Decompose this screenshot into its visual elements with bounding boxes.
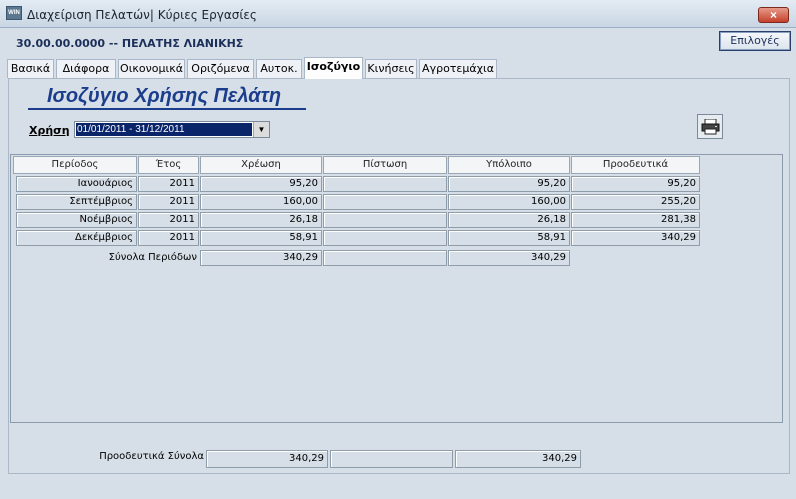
tab-agrotemaxia[interactable]: Αγροτεμάχια — [419, 59, 497, 78]
header-period: Περίοδος — [13, 156, 137, 174]
table-row-progressive[interactable]: 95,20 — [571, 176, 700, 192]
table-row-year[interactable]: 2011 — [138, 212, 199, 228]
table-row-credit[interactable] — [323, 194, 447, 210]
table-row-balance[interactable]: 160,00 — [448, 194, 570, 210]
table-row-balance[interactable]: 95,20 — [448, 176, 570, 192]
table-row-year[interactable]: 2011 — [138, 176, 199, 192]
printer-icon — [701, 119, 720, 135]
close-button[interactable]: × — [758, 7, 789, 23]
table-row-progressive[interactable]: 281,38 — [571, 212, 700, 228]
year-label: Χρήση — [29, 124, 70, 137]
section-title: Ισοζύγιο Χρήσης Πελάτη — [28, 85, 306, 110]
table-row-year[interactable]: 2011 — [138, 194, 199, 210]
table-row-period[interactable]: Δεκέμβριος — [16, 230, 137, 246]
table-row-balance[interactable]: 26,18 — [448, 212, 570, 228]
chevron-down-icon[interactable]: ▼ — [253, 122, 269, 137]
progressive-totals-balance: 340,29 — [455, 450, 581, 468]
tab-isozygio[interactable]: Ισοζύγιο — [304, 57, 363, 79]
table-row-progressive[interactable]: 255,20 — [571, 194, 700, 210]
table-row-debit[interactable]: 95,20 — [200, 176, 322, 192]
period-totals-credit — [323, 250, 447, 266]
header-credit: Πίστωση — [323, 156, 447, 174]
table-row-progressive[interactable]: 340,29 — [571, 230, 700, 246]
table-row-debit[interactable]: 58,91 — [200, 230, 322, 246]
table-row-debit[interactable]: 26,18 — [200, 212, 322, 228]
period-totals-balance: 340,29 — [448, 250, 570, 266]
print-button[interactable] — [697, 114, 723, 139]
app-icon: WIN — [6, 6, 22, 20]
tab-kiniseis[interactable]: Κινήσεις — [365, 59, 417, 78]
period-totals-label: Σύνολα Περιόδων — [108, 252, 197, 263]
table-row-credit[interactable] — [323, 212, 447, 228]
options-button[interactable]: Επιλογές — [719, 31, 791, 51]
customer-title: 30.00.00.0000 -- ΠΕΛΑΤΗΣ ΛΙΑΝΙΚΗΣ — [16, 37, 244, 50]
table-row-balance[interactable]: 58,91 — [448, 230, 570, 246]
table-row-credit[interactable] — [323, 176, 447, 192]
title-bar: WIN Διαχείριση Πελατών| Κύριες Εργασίες … — [0, 0, 796, 28]
progressive-totals-credit — [330, 450, 453, 468]
header-debit: Χρέωση — [200, 156, 322, 174]
table-row-period[interactable]: Νοέμβριος — [16, 212, 137, 228]
tab-basika[interactable]: Βασικά — [7, 59, 54, 78]
table-row-credit[interactable] — [323, 230, 447, 246]
tab-diafora[interactable]: Διάφορα — [56, 59, 116, 78]
table-row-period[interactable]: Σεπτέμβριος — [16, 194, 137, 210]
tab-orizomena[interactable]: Οριζόμενα — [187, 59, 254, 78]
table-row-period[interactable]: Ιανουάριος — [16, 176, 137, 192]
header-year: Έτος — [138, 156, 199, 174]
table-row-debit[interactable]: 160,00 — [200, 194, 322, 210]
progressive-totals-debit: 340,29 — [206, 450, 328, 468]
year-select-value: 01/01/2011 - 31/12/2011 — [76, 123, 252, 136]
section-title-text: Ισοζύγιο Χρήσης Πελάτη — [47, 85, 282, 107]
table-row-year[interactable]: 2011 — [138, 230, 199, 246]
window-title: Διαχείριση Πελατών| Κύριες Εργασίες — [27, 8, 257, 22]
tab-oikonomika[interactable]: Οικονομικά — [118, 59, 185, 78]
progressive-totals-label: Προοδευτικά Σύνολα — [99, 451, 204, 462]
year-select[interactable]: 01/01/2011 - 31/12/2011 ▼ — [74, 121, 270, 138]
period-totals-debit: 340,29 — [200, 250, 322, 266]
header-balance: Υπόλοιπο — [448, 156, 570, 174]
header-progressive: Προοδευτικά — [571, 156, 700, 174]
tab-autok[interactable]: Αυτοκ. — [256, 59, 302, 78]
